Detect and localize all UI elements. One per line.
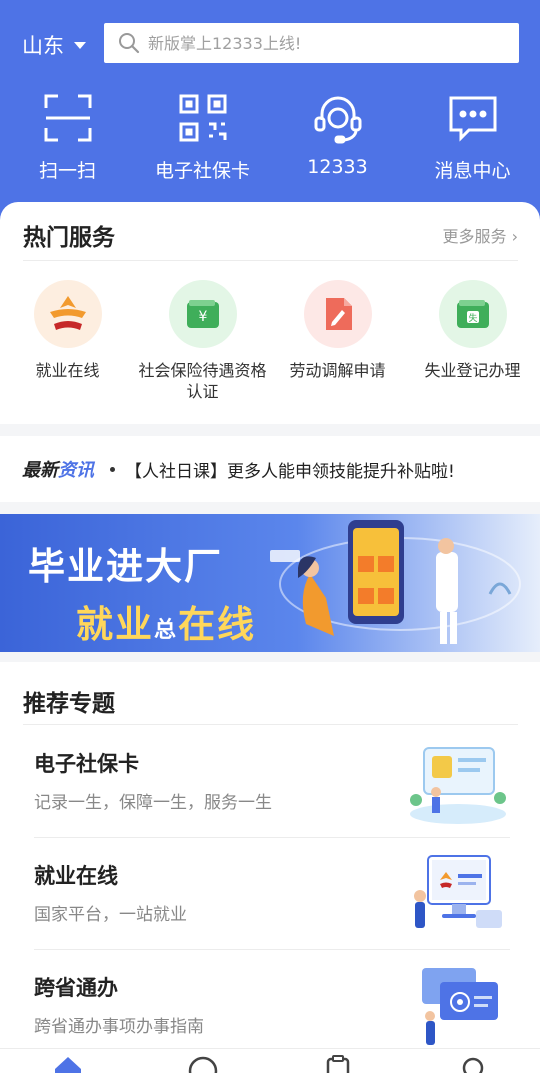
news-tag-info: 资讯 — [58, 460, 94, 481]
quick-scan[interactable]: 扫一扫 — [0, 90, 135, 183]
document-pen-icon — [303, 280, 372, 348]
news-text: 【人社日课】更多人能申领技能提升补贴啦! — [125, 461, 455, 482]
quick-social-card[interactable]: 电子社保卡 — [135, 90, 270, 183]
topic-subtitle: 国家平台，一站就业 — [34, 905, 187, 925]
quick-label: 电子社保卡 — [154, 160, 250, 182]
banner-sub-b: 总 — [154, 618, 179, 643]
quick-hotline[interactable]: 12333 — [270, 90, 405, 183]
region-label: 山东 — [22, 34, 64, 58]
clipboard-icon — [326, 1055, 349, 1073]
scan-icon — [44, 94, 91, 142]
divider — [23, 260, 518, 261]
banner-sub-a: 就业 — [76, 603, 154, 646]
hot-item-unemployment[interactable]: 失 失业登记办理 — [405, 280, 540, 402]
headset-icon — [314, 96, 361, 144]
bullet-dot — [110, 466, 115, 472]
tab-profile[interactable] — [405, 1049, 540, 1073]
quick-label: 消息中心 — [434, 160, 511, 182]
news-tag-latest: 最新 — [22, 460, 58, 481]
svg-text:失: 失 — [468, 312, 477, 324]
topic-social-card[interactable]: 电子社保卡 记录一生，保障一生，服务一生 — [34, 726, 510, 838]
search-icon — [119, 33, 140, 54]
banner-headline: 毕业进大厂 — [28, 545, 223, 588]
hot-item-label: 就业在线 — [35, 361, 100, 380]
hot-services-header: 热门服务 更多服务 › — [23, 218, 518, 252]
quick-label: 12333 — [307, 156, 368, 178]
hot-item-label: 失业登记办理 — [424, 361, 521, 380]
hot-item-employment[interactable]: 就业在线 — [0, 280, 135, 402]
banner-subline: 就业总在线 — [76, 594, 256, 648]
employment-logo-icon — [33, 280, 102, 348]
qr-code-icon — [179, 94, 226, 142]
recommended-topics: 推荐专题 电子社保卡 记录一生，保障一生，服务一生 就业在线 国家平台，一站就业 — [0, 662, 540, 1073]
promo-banner[interactable]: 毕业进大厂 就业总在线 — [0, 514, 540, 652]
message-icon — [449, 96, 496, 142]
social-card-illustration-icon — [410, 747, 506, 824]
wallet-yuan-icon: ¥ — [168, 280, 237, 348]
divider — [23, 724, 518, 725]
tab-home[interactable] — [0, 1049, 135, 1073]
news-ticker[interactable]: 最新 资讯 【人社日课】更多人能申领技能提升补贴啦! — [0, 436, 540, 502]
cross-province-illustration-icon — [422, 968, 498, 1045]
chevron-right-icon: › — [511, 227, 518, 246]
topic-employment-online[interactable]: 就业在线 国家平台，一站就业 — [34, 838, 510, 950]
banner-sub-c: 在线 — [178, 603, 257, 646]
quick-messages[interactable]: 消息中心 — [405, 90, 540, 183]
search-bar[interactable] — [104, 23, 519, 63]
tab-services[interactable] — [270, 1049, 405, 1073]
svg-text:¥: ¥ — [198, 309, 207, 325]
hot-services-card: 热门服务 更多服务 › 就业在线 ¥ 社会保险待遇资格认证 劳动调解申请 失 失… — [0, 202, 540, 424]
topic-subtitle: 跨省通办事项办事指南 — [34, 1017, 204, 1037]
section-title: 推荐专题 — [23, 691, 115, 717]
more-services-link[interactable]: 更多服务 › — [442, 223, 518, 247]
hot-item-label: 社会保险待遇资格认证 — [138, 361, 267, 401]
region-selector[interactable]: 山东 — [22, 30, 86, 60]
search-input[interactable] — [148, 33, 488, 53]
quick-label: 扫一扫 — [38, 160, 96, 182]
topic-title: 就业在线 — [34, 864, 118, 888]
hot-item-labor-mediation[interactable]: 劳动调解申请 — [270, 280, 405, 402]
banner-illustration — [270, 520, 521, 644]
user-icon — [462, 1057, 483, 1073]
hot-services-grid: 就业在线 ¥ 社会保险待遇资格认证 劳动调解申请 失 失业登记办理 — [0, 280, 540, 402]
compass-icon — [188, 1056, 217, 1073]
bottom-tab-bar — [0, 1048, 540, 1073]
section-title: 热门服务 — [23, 225, 115, 251]
hot-item-insurance-cert[interactable]: ¥ 社会保险待遇资格认证 — [135, 280, 270, 402]
topic-title: 跨省通办 — [34, 976, 118, 1000]
home-icon — [54, 1057, 81, 1073]
topic-subtitle: 记录一生，保障一生，服务一生 — [34, 793, 272, 813]
wallet-stamp-icon: 失 — [438, 280, 507, 348]
caret-down-icon — [74, 41, 86, 49]
more-label: 更多服务 — [442, 227, 507, 246]
tab-discover[interactable] — [135, 1049, 270, 1073]
topic-title: 电子社保卡 — [34, 752, 139, 776]
employment-screen-illustration-icon — [414, 855, 502, 928]
hot-item-label: 劳动调解申请 — [289, 361, 386, 380]
quick-actions: 扫一扫 电子社保卡 12333 消息中心 — [0, 90, 540, 183]
topic-cross-province[interactable]: 跨省通办 跨省通办事项办事指南 — [34, 950, 510, 1062]
